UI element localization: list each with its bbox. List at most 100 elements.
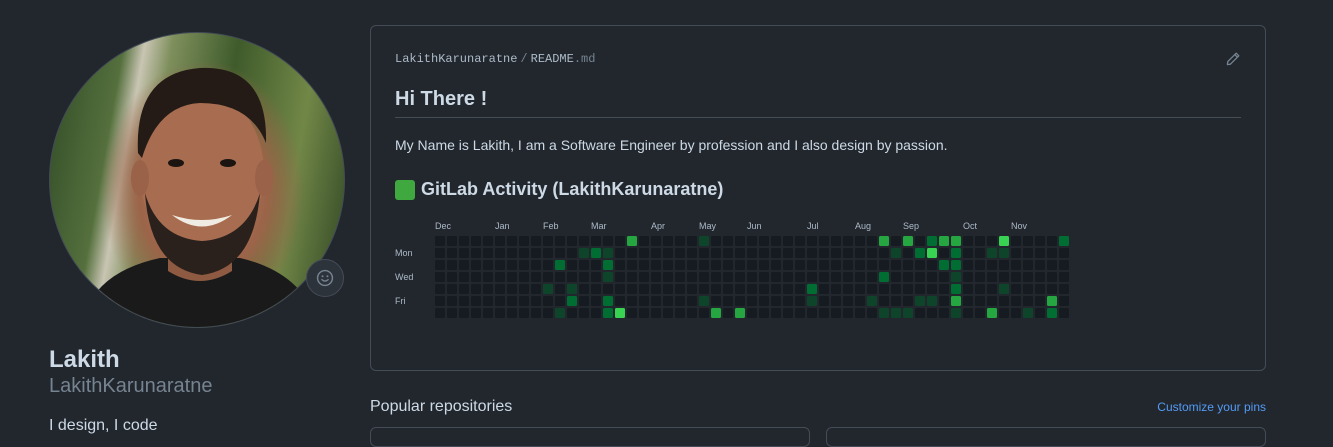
contribution-day-cell[interactable] [807,296,817,306]
contribution-day-cell[interactable] [963,260,973,270]
contribution-day-cell[interactable] [447,284,457,294]
contribution-day-cell[interactable] [843,308,853,318]
repo-card[interactable] [826,427,1266,447]
customize-pins-link[interactable]: Customize your pins [1157,400,1266,414]
contribution-day-cell[interactable] [987,260,997,270]
contribution-day-cell[interactable] [951,272,961,282]
contribution-day-cell[interactable] [699,272,709,282]
contribution-day-cell[interactable] [939,296,949,306]
contribution-day-cell[interactable] [555,296,565,306]
contribution-day-cell[interactable] [663,260,673,270]
contribution-day-cell[interactable] [435,284,445,294]
contribution-day-cell[interactable] [495,248,505,258]
contribution-day-cell[interactable] [831,260,841,270]
contribution-day-cell[interactable] [1023,272,1033,282]
contribution-day-cell[interactable] [747,260,757,270]
contribution-day-cell[interactable] [915,308,925,318]
contribution-day-cell[interactable] [1035,236,1045,246]
contribution-day-cell[interactable] [1047,260,1057,270]
contribution-day-cell[interactable] [1035,260,1045,270]
contribution-day-cell[interactable] [471,296,481,306]
contribution-day-cell[interactable] [783,260,793,270]
contribution-day-cell[interactable] [471,248,481,258]
contribution-day-cell[interactable] [963,308,973,318]
contribution-day-cell[interactable] [591,296,601,306]
contribution-day-cell[interactable] [471,284,481,294]
contribution-day-cell[interactable] [459,308,469,318]
contribution-day-cell[interactable] [483,248,493,258]
contribution-day-cell[interactable] [651,272,661,282]
contribution-day-cell[interactable] [1059,308,1069,318]
contribution-day-cell[interactable] [927,296,937,306]
contribution-day-cell[interactable] [639,272,649,282]
contribution-day-cell[interactable] [447,260,457,270]
contribution-day-cell[interactable] [819,284,829,294]
contribution-day-cell[interactable] [579,248,589,258]
contribution-day-cell[interactable] [531,284,541,294]
contribution-day-cell[interactable] [975,272,985,282]
contribution-day-cell[interactable] [951,236,961,246]
contribution-day-cell[interactable] [723,272,733,282]
contribution-day-cell[interactable] [999,284,1009,294]
repo-card[interactable] [370,427,810,447]
contribution-day-cell[interactable] [723,284,733,294]
contribution-day-cell[interactable] [759,272,769,282]
contribution-day-cell[interactable] [663,284,673,294]
contribution-day-cell[interactable] [1047,296,1057,306]
contribution-day-cell[interactable] [447,308,457,318]
contribution-day-cell[interactable] [519,260,529,270]
contribution-day-cell[interactable] [471,272,481,282]
contribution-day-cell[interactable] [567,308,577,318]
contribution-day-cell[interactable] [711,284,721,294]
contribution-day-cell[interactable] [975,236,985,246]
contribution-day-cell[interactable] [903,272,913,282]
contribution-day-cell[interactable] [819,308,829,318]
contribution-day-cell[interactable] [495,236,505,246]
contribution-day-cell[interactable] [675,284,685,294]
contribution-day-cell[interactable] [879,260,889,270]
contribution-day-cell[interactable] [1023,296,1033,306]
contribution-day-cell[interactable] [555,272,565,282]
contribution-day-cell[interactable] [999,272,1009,282]
contribution-day-cell[interactable] [483,260,493,270]
contribution-day-cell[interactable] [819,260,829,270]
contribution-day-cell[interactable] [939,284,949,294]
contribution-day-cell[interactable] [867,308,877,318]
contribution-day-cell[interactable] [999,260,1009,270]
contribution-day-cell[interactable] [783,248,793,258]
contribution-day-cell[interactable] [831,284,841,294]
contribution-day-cell[interactable] [567,236,577,246]
contribution-day-cell[interactable] [843,236,853,246]
contribution-day-cell[interactable] [771,296,781,306]
contribution-day-cell[interactable] [543,272,553,282]
contribution-day-cell[interactable] [843,248,853,258]
contribution-day-cell[interactable] [591,248,601,258]
contribution-day-cell[interactable] [951,248,961,258]
contribution-day-cell[interactable] [615,308,625,318]
contribution-day-cell[interactable] [567,272,577,282]
contribution-day-cell[interactable] [831,272,841,282]
readme-path-owner[interactable]: LakithKarunaratne [395,52,517,66]
contribution-day-cell[interactable] [723,260,733,270]
contribution-day-cell[interactable] [771,260,781,270]
contribution-day-cell[interactable] [555,260,565,270]
contribution-day-cell[interactable] [747,284,757,294]
contribution-day-cell[interactable] [939,308,949,318]
contribution-day-cell[interactable] [879,272,889,282]
contribution-day-cell[interactable] [1047,308,1057,318]
contribution-day-cell[interactable] [735,236,745,246]
contribution-day-cell[interactable] [459,284,469,294]
contribution-day-cell[interactable] [507,284,517,294]
contribution-day-cell[interactable] [531,272,541,282]
contribution-day-cell[interactable] [1047,272,1057,282]
contribution-day-cell[interactable] [435,308,445,318]
contribution-day-cell[interactable] [915,248,925,258]
contribution-day-cell[interactable] [555,248,565,258]
contribution-day-cell[interactable] [771,248,781,258]
contribution-day-cell[interactable] [675,260,685,270]
contribution-day-cell[interactable] [591,260,601,270]
contribution-day-cell[interactable] [915,296,925,306]
contribution-day-cell[interactable] [603,236,613,246]
contribution-day-cell[interactable] [495,272,505,282]
contribution-day-cell[interactable] [795,284,805,294]
